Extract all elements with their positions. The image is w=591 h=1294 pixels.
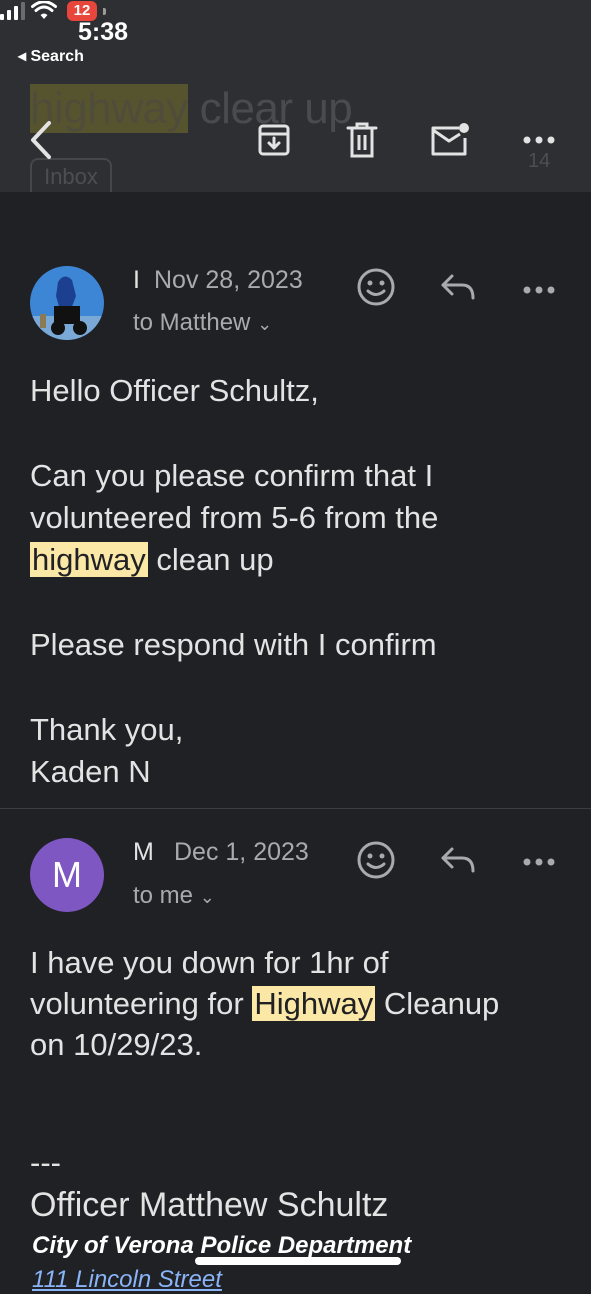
subject-space xyxy=(188,84,200,133)
chevron-down-icon: ⌄ xyxy=(257,314,273,334)
message-body: Hello Officer Schultz, Can you please co… xyxy=(30,370,570,793)
body-line: Please respond with I confirm xyxy=(30,627,437,662)
message-more-button[interactable] xyxy=(522,282,556,300)
mark-unread-button[interactable] xyxy=(428,118,472,162)
home-indicator[interactable] xyxy=(195,1257,401,1265)
signature-name: Officer Matthew Schultz xyxy=(30,1186,389,1224)
more-icon xyxy=(523,286,555,294)
back-to-app-link[interactable]: ◂ Search xyxy=(18,46,84,66)
more-options-button[interactable] xyxy=(517,118,561,162)
message-more-button[interactable] xyxy=(522,854,556,872)
greeting: Hello Officer Schultz, xyxy=(30,373,319,408)
emoji-reaction-button[interactable] xyxy=(356,840,396,885)
sender-avatar-photo[interactable] xyxy=(30,266,104,340)
delete-button[interactable] xyxy=(340,118,384,162)
body-line-post: Cleanup xyxy=(375,986,500,1021)
inbox-label-chip[interactable]: Inbox xyxy=(30,158,112,192)
cellular-signal-icon xyxy=(0,2,25,20)
signature-separator: --- xyxy=(30,1145,61,1180)
message-divider xyxy=(0,808,591,809)
message-date: Nov 28, 2023 xyxy=(154,266,303,294)
sender-name: M xyxy=(133,838,154,866)
body-line: Can you please confirm that I xyxy=(30,458,434,493)
emoji-icon xyxy=(357,268,395,306)
subject-heading: highway clear up xyxy=(30,84,353,134)
archive-icon xyxy=(258,124,290,156)
emoji-reaction-button[interactable] xyxy=(356,267,396,312)
recipient-toggle[interactable]: to me ⌄ xyxy=(133,882,215,910)
recipient-toggle[interactable]: to Matthew ⌄ xyxy=(133,309,272,337)
recipient-text: to Matthew xyxy=(133,309,251,336)
recipient-text: to me xyxy=(133,882,194,909)
back-triangle-icon: ◂ xyxy=(18,48,27,65)
search-highlight: Highway xyxy=(252,986,376,1021)
more-icon xyxy=(523,858,555,866)
battery-cap-icon xyxy=(103,7,106,15)
avatar-letter: M xyxy=(52,854,82,895)
mark-unread-icon xyxy=(431,123,469,156)
more-icon xyxy=(523,136,555,144)
trash-icon xyxy=(346,122,378,158)
emoji-icon xyxy=(357,841,395,879)
body-line: volunteered from 5-6 from the xyxy=(30,500,439,535)
body-line-rest: clean up xyxy=(147,542,274,577)
signature-department: City of Verona Police Department xyxy=(32,1232,412,1259)
avatar-photo-icon xyxy=(30,266,104,340)
message-body: I have you down for 1hr of volunteering … xyxy=(30,942,575,1065)
sender-name: I xyxy=(133,266,140,294)
reply-button[interactable] xyxy=(440,845,476,880)
signoff: Kaden N xyxy=(30,754,151,789)
body-line: I have you down for 1hr of xyxy=(30,945,389,980)
status-time: 5:38 xyxy=(78,18,129,46)
body-line: highway clean up xyxy=(30,539,570,581)
reply-icon xyxy=(441,847,475,873)
back-app-label: Search xyxy=(30,48,84,65)
wifi-icon xyxy=(31,1,57,19)
sender-avatar[interactable]: M xyxy=(30,838,104,912)
reply-button[interactable] xyxy=(440,272,476,307)
search-highlight: highway xyxy=(30,542,148,577)
message-date: Dec 1, 2023 xyxy=(174,838,309,866)
body-line: on 10/29/23. xyxy=(30,1027,203,1062)
archive-button[interactable] xyxy=(252,118,296,162)
top-toolbar: highway clear up Inbox 14 5:38 ◂ Search … xyxy=(0,0,591,192)
closing: Thank you, xyxy=(30,712,184,747)
back-chevron-icon xyxy=(31,121,51,159)
chevron-down-icon: ⌄ xyxy=(199,887,215,907)
signature-address-link[interactable]: 111 Lincoln Street xyxy=(32,1266,222,1294)
reply-icon xyxy=(441,274,475,300)
body-line-pre: volunteering for xyxy=(30,986,253,1021)
body-line: volunteering for Highway Cleanup xyxy=(30,983,575,1024)
back-button[interactable] xyxy=(20,118,64,162)
